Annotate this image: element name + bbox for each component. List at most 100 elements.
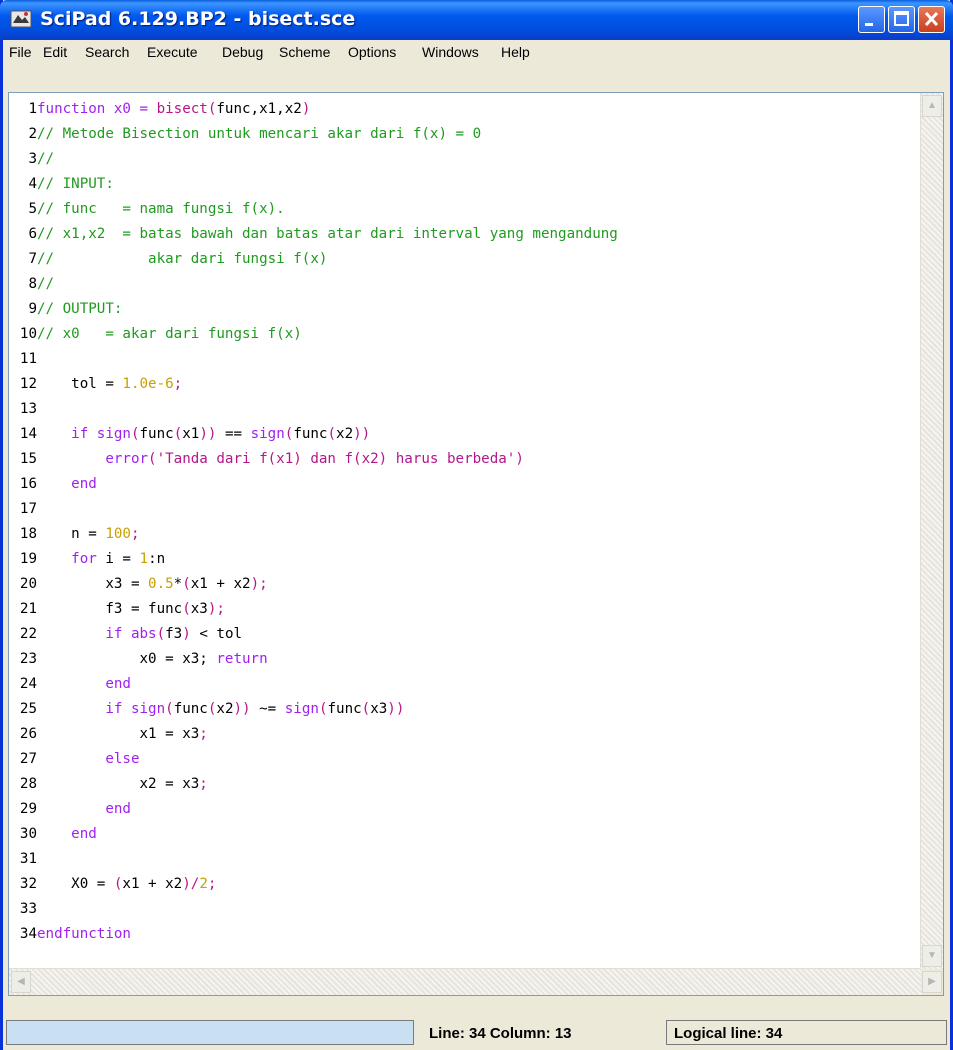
code-line[interactable]: 31 — [9, 847, 37, 872]
code-token: 0.5 — [148, 576, 174, 592]
code-line[interactable]: 11 — [9, 347, 37, 372]
maximize-button[interactable] — [888, 6, 915, 33]
code-token: ( — [165, 701, 174, 717]
code-line[interactable]: 5// func = nama fungsi f(x). — [9, 197, 285, 222]
code-token: x1 = x3 — [37, 726, 200, 742]
status-bar: Line: 34 Column: 13 Logical line: 34 — [3, 1017, 950, 1050]
scroll-left-button[interactable]: ◀ — [11, 971, 31, 993]
code-token: // — [37, 151, 55, 167]
scipad-app-icon — [10, 10, 32, 28]
code-line[interactable]: 25 if sign(func(x2)) ~= sign(func(x3)) — [9, 697, 404, 722]
scroll-up-button[interactable]: ▲ — [922, 95, 942, 117]
code-token: < tol — [190, 626, 243, 642]
menu-execute[interactable]: Execute — [147, 44, 198, 60]
line-number: 9 — [28, 301, 37, 317]
code-line[interactable]: 26 x1 = x3; — [9, 722, 208, 747]
code-token: func — [173, 701, 208, 717]
line-number: 14 — [19, 426, 37, 442]
line-number: 20 — [19, 576, 37, 592]
code-line[interactable]: 2// Metode Bisection untuk mencari akar … — [9, 122, 481, 147]
code-line-text: X0 = (x1 + x2)/2; — [37, 872, 216, 897]
code-token: func — [327, 701, 362, 717]
code-token: end — [105, 801, 131, 817]
scroll-right-button[interactable]: ▶ — [922, 971, 942, 993]
menu-file[interactable]: File — [9, 44, 32, 60]
code-line[interactable]: 32 X0 = (x1 + x2)/2; — [9, 872, 217, 897]
code-token: // x1,x2 = batas bawah dan batas atar da… — [37, 226, 618, 242]
code-token: 1.0e-6 — [122, 376, 174, 392]
code-line[interactable]: 4// INPUT: — [9, 172, 114, 197]
code-token: if — [105, 626, 131, 642]
minimize-button[interactable] — [858, 6, 885, 33]
menu-edit[interactable]: Edit — [43, 44, 67, 60]
code-line[interactable]: 12 tol = 1.0e-6; — [9, 372, 182, 397]
code-token: f3 = func — [37, 601, 183, 617]
code-line[interactable]: 17 — [9, 497, 37, 522]
code-line[interactable]: 24 end — [9, 672, 131, 697]
code-line[interactable]: 29 end — [9, 797, 131, 822]
code-token: 1 — [139, 551, 149, 567]
code-line[interactable]: 1function x0 = bisect(func,x1,x2) — [9, 97, 310, 122]
code-line-text: end — [37, 797, 131, 822]
code-line[interactable]: 18 n = 100; — [9, 522, 140, 547]
vertical-scrollbar[interactable]: ▲ ▼ — [920, 93, 943, 969]
code-line[interactable]: 23 x0 = x3; return — [9, 647, 268, 672]
menu-search[interactable]: Search — [85, 44, 129, 60]
window-title: SciPad 6.129.BP2 - bisect.sce — [40, 8, 356, 30]
minimize-icon — [865, 23, 873, 26]
line-number: 19 — [19, 551, 37, 567]
code-token: else — [105, 751, 140, 767]
code-line[interactable]: 7// akar dari fungsi f(x) — [9, 247, 327, 272]
code-line[interactable]: 13 — [9, 397, 37, 422]
title-bar[interactable]: SciPad 6.129.BP2 - bisect.sce — [0, 0, 953, 40]
code-line[interactable]: 3// — [9, 147, 54, 172]
line-number: 10 — [19, 326, 37, 342]
menu-windows[interactable]: Windows — [422, 44, 479, 60]
code-line[interactable]: 9// OUTPUT: — [9, 297, 122, 322]
line-number: 8 — [28, 276, 37, 292]
code-token: tol = — [37, 376, 123, 392]
horizontal-scrollbar[interactable]: ◀ — [9, 968, 921, 995]
code-editor[interactable]: 1function x0 = bisect(func,x1,x2) 2// Met… — [8, 92, 944, 996]
code-token: x2 — [336, 426, 354, 442]
code-line[interactable]: 8// — [9, 272, 54, 297]
code-line[interactable]: 33 — [9, 897, 37, 922]
code-line[interactable]: 10// x0 = akar dari fungsi f(x) — [9, 322, 302, 347]
code-line-text: // INPUT: — [37, 172, 114, 197]
code-line[interactable]: 27 else — [9, 747, 140, 772]
code-line[interactable]: 30 end — [9, 822, 97, 847]
line-number: 15 — [19, 451, 37, 467]
line-number: 12 — [19, 376, 37, 392]
menu-debug[interactable]: Debug — [222, 44, 263, 60]
menu-options[interactable]: Options — [348, 44, 396, 60]
code-line[interactable]: 20 x3 = 0.5*(x1 + x2); — [9, 572, 268, 597]
code-text-area[interactable]: 1function x0 = bisect(func,x1,x2) 2// Met… — [9, 93, 921, 969]
line-number: 21 — [19, 601, 37, 617]
code-line[interactable]: 15 error('Tanda dari f(x1) dan f(x2) har… — [9, 447, 524, 472]
code-token: bisect — [156, 101, 208, 117]
code-token: sign — [96, 426, 131, 442]
menu-bar: File Edit Search Execute Debug Scheme Op… — [3, 40, 950, 64]
code-line[interactable]: 16 end — [9, 472, 97, 497]
menu-help[interactable]: Help — [501, 44, 530, 60]
code-line[interactable]: 34endfunction — [9, 922, 131, 947]
code-line[interactable]: 6// x1,x2 = batas bawah dan batas atar d… — [9, 222, 618, 247]
code-line-text: // func = nama fungsi f(x). — [37, 197, 285, 222]
code-line[interactable]: 19 for i = 1:n — [9, 547, 165, 572]
line-number: 27 — [19, 751, 37, 767]
code-token: ; — [173, 376, 183, 392]
code-token: // akar dari fungsi f(x) — [37, 251, 328, 267]
code-token: x1 + x2 — [122, 876, 183, 892]
menu-scheme[interactable]: Scheme — [279, 44, 330, 60]
code-line[interactable]: 22 if abs(f3) < tol — [9, 622, 242, 647]
code-line[interactable]: 21 f3 = func(x3); — [9, 597, 225, 622]
scroll-down-button[interactable]: ▼ — [922, 945, 942, 967]
code-line-text: // OUTPUT: — [37, 297, 122, 322]
code-line[interactable]: 14 if sign(func(x1)) == sign(func(x2)) — [9, 422, 370, 447]
code-line[interactable]: 28 x2 = x3; — [9, 772, 208, 797]
close-button[interactable] — [918, 6, 945, 33]
